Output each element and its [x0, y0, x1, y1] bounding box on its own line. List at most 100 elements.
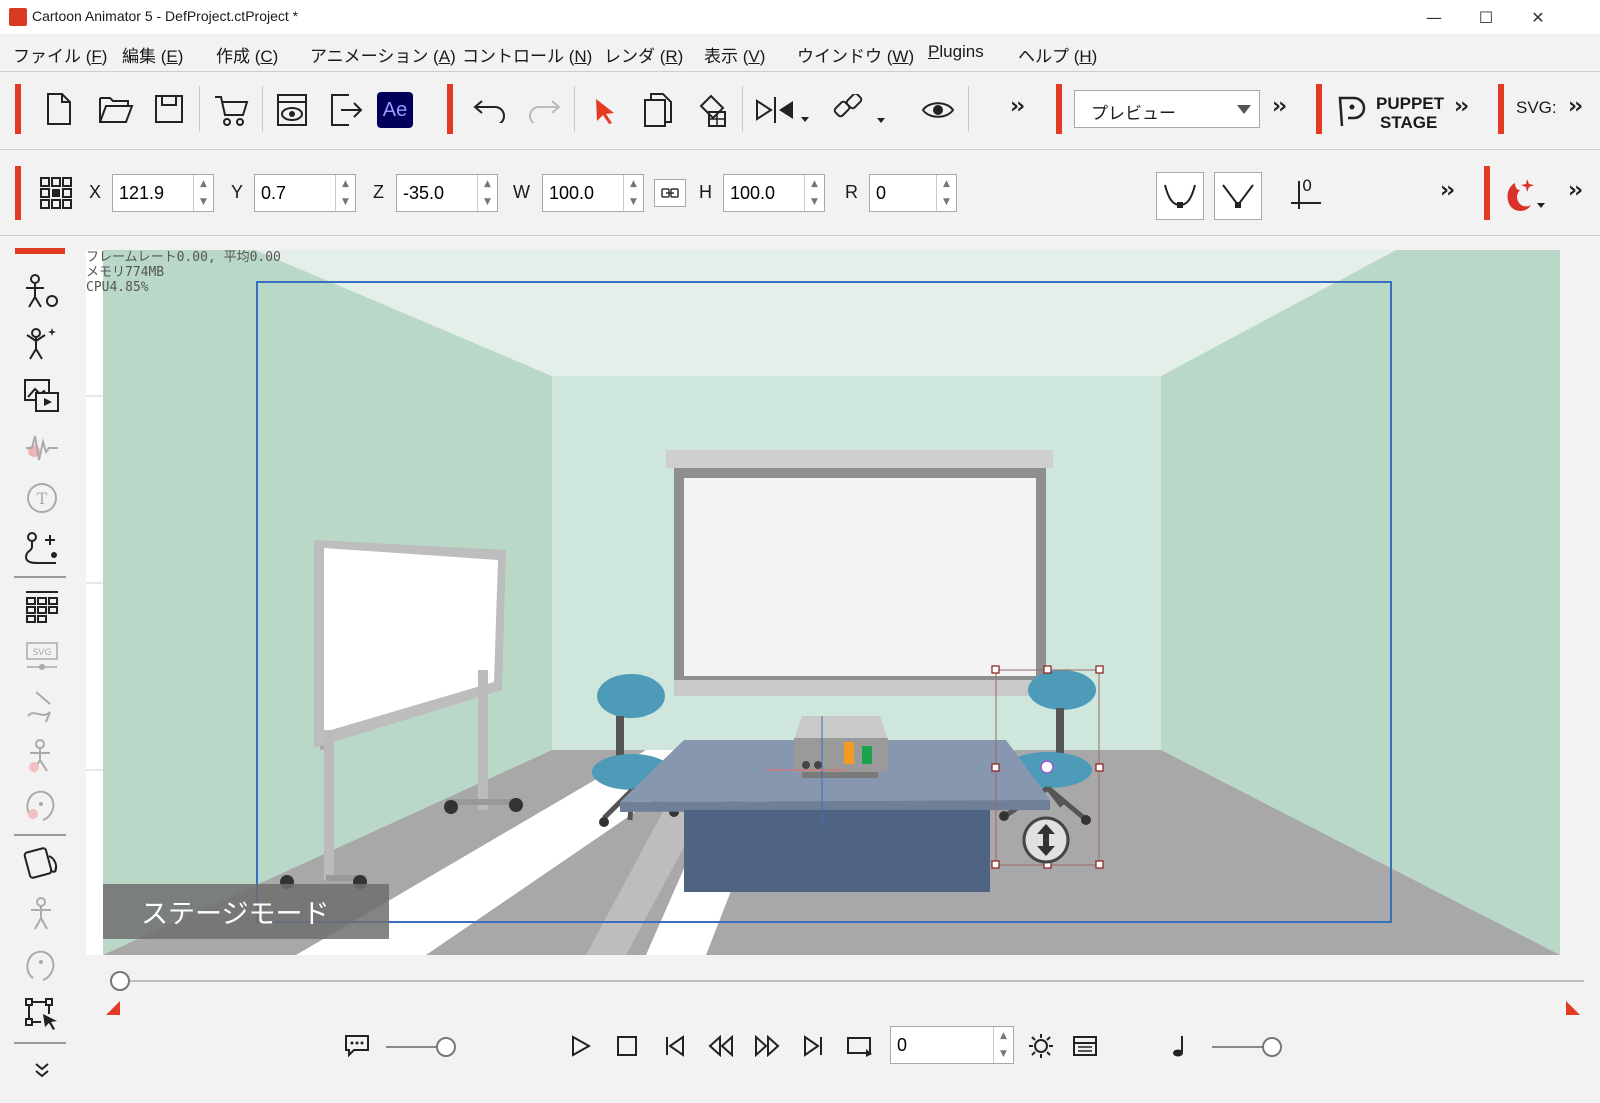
toolbar-overflow-chevron-icon[interactable]: ››	[1010, 94, 1025, 119]
undo-icon[interactable]	[470, 92, 510, 128]
rotation-input[interactable]	[870, 175, 936, 211]
flip-icon[interactable]	[754, 92, 812, 128]
expand-more-icon[interactable]	[18, 1048, 66, 1092]
toolbar-overflow-chevron-icon[interactable]: ››	[1568, 94, 1583, 119]
minimize-button[interactable]: —	[1408, 0, 1460, 34]
y-position-field[interactable]: ▲▼	[254, 174, 356, 212]
flip-camera-icon[interactable]	[18, 842, 66, 886]
link-scale-icon[interactable]	[654, 179, 686, 207]
go-to-start-icon[interactable]	[660, 1031, 690, 1061]
rotation-field[interactable]: ▲▼	[869, 174, 957, 212]
scene-media-icon[interactable]	[18, 374, 66, 418]
frame-spinner[interactable]: ▲ ▼	[993, 1027, 1013, 1063]
svg-tool-icon: SVG	[18, 634, 66, 678]
transform-select-icon[interactable]	[18, 992, 66, 1036]
ease-in-curve-icon[interactable]	[1156, 172, 1204, 220]
toolbar-overflow-chevron-icon[interactable]: ››	[1440, 178, 1455, 203]
r-spinner[interactable]: ▲ ▼	[936, 175, 956, 211]
pivot-grid-icon[interactable]	[36, 174, 76, 212]
frame-number-field[interactable]: ▲▼	[890, 1026, 1014, 1064]
timeline-playhead[interactable]	[110, 971, 130, 991]
after-effects-icon[interactable]: Ae	[377, 92, 413, 128]
content-store-cart-icon[interactable]	[210, 90, 252, 130]
window-title: Cartoon Animator 5 - DefProject.ctProjec…	[32, 8, 299, 24]
stage-mode-badge: ステージモード	[103, 884, 389, 939]
timeline-panel-icon[interactable]	[1070, 1031, 1100, 1061]
music-note-icon[interactable]	[1164, 1031, 1194, 1061]
volume-slider-knob[interactable]	[1262, 1037, 1282, 1057]
range-end-marker[interactable]	[1566, 1001, 1580, 1015]
divider	[14, 834, 66, 836]
visibility-eye-icon[interactable]	[918, 92, 958, 128]
range-start-marker[interactable]	[106, 1001, 120, 1015]
close-button[interactable]: ✕	[1512, 0, 1564, 34]
grid-layout-icon[interactable]	[18, 584, 66, 628]
deform-tool-icon	[18, 684, 66, 728]
copy-icon[interactable]	[640, 90, 676, 130]
menu-create[interactable]: 作成 (C)	[216, 42, 278, 67]
menu-render[interactable]: レンダ (R)	[604, 42, 683, 67]
select-arrow-icon[interactable]	[588, 92, 624, 128]
previous-frame-icon[interactable]	[706, 1031, 736, 1061]
reallusion-plugin-icon[interactable]	[1500, 174, 1546, 218]
menu-plugins[interactable]: Plugins	[928, 42, 984, 62]
play-icon[interactable]	[566, 1031, 596, 1061]
redo-icon[interactable]	[524, 92, 564, 128]
x-spinner[interactable]: ▲ ▼	[193, 175, 213, 211]
preview-eye-icon[interactable]	[272, 90, 312, 130]
character-composer-icon[interactable]	[18, 270, 66, 314]
r-label: R	[845, 182, 858, 202]
y-position-input[interactable]	[255, 175, 335, 211]
width-scale-field[interactable]: ▲▼	[542, 174, 644, 212]
z-position-input[interactable]	[397, 175, 477, 211]
x-position-field[interactable]: ▲▼	[112, 174, 214, 212]
settings-sun-icon[interactable]	[1026, 1031, 1056, 1061]
menu-help[interactable]: ヘルプ (H)	[1018, 42, 1097, 67]
divider	[742, 86, 743, 132]
bubble-slider-knob[interactable]	[436, 1037, 456, 1057]
face-key-icon	[18, 942, 66, 986]
frame-number-input[interactable]	[891, 1027, 991, 1063]
z-spinner[interactable]: ▲ ▼	[477, 175, 497, 211]
open-folder-icon[interactable]	[94, 90, 138, 128]
y-spinner[interactable]: ▲ ▼	[335, 175, 355, 211]
menu-control[interactable]: コントロール (N)	[462, 42, 592, 67]
menu-animation[interactable]: アニメーション (A)	[310, 42, 456, 67]
go-to-end-icon[interactable]	[798, 1031, 828, 1061]
menu-window[interactable]: ウインドウ (W)	[797, 42, 914, 67]
height-scale-input[interactable]	[724, 175, 804, 211]
save-icon[interactable]	[150, 90, 188, 128]
loop-icon[interactable]	[844, 1031, 876, 1061]
speech-bubble-icon[interactable]	[342, 1031, 372, 1061]
export-icon[interactable]	[326, 90, 366, 130]
puppet-stage-button[interactable]: PUPPET STAGE	[1376, 94, 1444, 132]
h-spinner[interactable]: ▲ ▼	[804, 175, 824, 211]
toolbar-overflow-chevron-icon[interactable]: ››	[1568, 178, 1583, 203]
memory-stat: メモリ774MB	[86, 265, 165, 280]
menu-edit[interactable]: 編集 (E)	[122, 42, 183, 67]
width-scale-input[interactable]	[543, 175, 623, 211]
toolbar-overflow-chevron-icon[interactable]: ››	[1272, 94, 1287, 119]
paint-bucket-icon[interactable]	[692, 90, 732, 130]
stop-icon[interactable]	[612, 1031, 642, 1061]
puppet-tool-icon	[18, 734, 66, 778]
menu-view[interactable]: 表示 (V)	[704, 42, 765, 67]
height-scale-field[interactable]: ▲▼	[723, 174, 825, 212]
link-icon[interactable]	[830, 92, 888, 128]
ease-out-curve-icon[interactable]	[1214, 172, 1262, 220]
next-frame-icon[interactable]	[752, 1031, 782, 1061]
menu-file[interactable]: ファイル (F)	[13, 42, 107, 67]
toolbar-overflow-chevron-icon[interactable]: ››	[1454, 94, 1469, 119]
x-label: X	[89, 182, 102, 202]
motion-path-icon[interactable]	[18, 526, 66, 570]
z-position-field[interactable]: ▲▼	[396, 174, 498, 212]
x-position-input[interactable]	[113, 175, 193, 211]
timeline-track[interactable]	[120, 980, 1584, 982]
maximize-button[interactable]: ☐	[1460, 0, 1512, 34]
new-file-icon[interactable]	[40, 90, 78, 128]
sprite-editor-icon[interactable]	[18, 322, 66, 366]
toolbar-grip	[15, 84, 21, 134]
preview-quality-select[interactable]: プレビュー	[1074, 90, 1260, 128]
stage-viewport[interactable]: フレームレート0.00, 平均0.00 メモリ774MB CPU4.85% ステ…	[86, 250, 1560, 955]
w-spinner[interactable]: ▲ ▼	[623, 175, 643, 211]
